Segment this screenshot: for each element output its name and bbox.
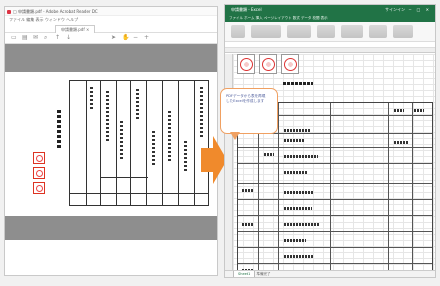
window-controls[interactable]: ─ □ ✕ <box>409 5 431 14</box>
screenshot-root: □ 申請書類.pdf - Adobe Acrobat Reader DC ファイ… <box>0 0 440 286</box>
next-page-icon[interactable]: ↓ <box>66 35 72 41</box>
seal-stamp <box>33 182 45 194</box>
paste-icon[interactable] <box>231 25 245 38</box>
pdf-window-title: □ 申請書類.pdf - Adobe Acrobat Reader DC <box>13 9 98 14</box>
excel-user-label[interactable]: サインイン <box>385 5 405 14</box>
pdf-tab-strip: 申請書類.pdf × <box>5 24 217 33</box>
cells-group-icon[interactable] <box>369 25 387 38</box>
alignment-group-icon[interactable] <box>287 25 311 38</box>
styles-group-icon[interactable] <box>341 25 363 38</box>
pdf-seal-column <box>33 152 47 197</box>
pdf-page[interactable] <box>5 72 217 240</box>
seal-stamp <box>259 54 277 74</box>
hand-icon[interactable]: ✋ <box>122 35 129 41</box>
pdf-document-tab[interactable]: 申請書類.pdf × <box>55 25 96 33</box>
search-icon[interactable]: ⌕ <box>44 35 50 41</box>
editing-group-icon[interactable] <box>393 25 413 38</box>
pdf-title-bar: □ 申請書類.pdf - Adobe Acrobat Reader DC <box>5 7 217 16</box>
pdf-form-title-vertical <box>57 110 61 150</box>
excel-ribbon <box>225 22 435 42</box>
font-group-icon[interactable] <box>251 25 281 38</box>
excel-ribbon-tabs[interactable]: ファイル ホーム 挿入 ページレイアウト 数式 データ 校閲 表示 <box>225 14 435 22</box>
zoom-in-icon[interactable]: + <box>144 35 150 41</box>
mail-icon[interactable]: ✉ <box>33 35 39 41</box>
sheet-tab[interactable]: Sheet1 <box>233 271 256 277</box>
column-headers[interactable] <box>225 48 435 53</box>
pdf-canvas-margin-bottom <box>5 216 217 240</box>
prev-page-icon[interactable]: ↑ <box>55 35 61 41</box>
pdf-app-icon <box>7 9 11 14</box>
callout-bubble: PDFデータから表を再現 したExcelを作成します <box>220 88 278 134</box>
pdf-viewer-window: □ 申請書類.pdf - Adobe Acrobat Reader DC ファイ… <box>4 6 218 276</box>
pdf-toolbar: ▭ ▤ ✉ ⌕ ↑ ↓ ➤ ✋ − + <box>5 33 217 44</box>
pdf-menu-bar[interactable]: ファイル 編集 表示 ウィンドウ ヘルプ <box>5 16 217 24</box>
print-icon[interactable]: ▤ <box>22 35 28 41</box>
seal-stamps-row <box>237 54 299 74</box>
excel-status-bar: Sheet1 準備完了 <box>225 270 435 277</box>
excel-title-bar: サインイン 申請書類 - Excel ─ □ ✕ <box>225 5 435 14</box>
pdf-form-table <box>69 80 209 206</box>
seal-stamp <box>237 54 255 74</box>
seal-stamp <box>33 167 45 179</box>
pdf-canvas-margin-top <box>5 44 217 72</box>
number-group-icon[interactable] <box>317 25 335 38</box>
seal-stamp <box>33 152 45 164</box>
zoom-out-icon[interactable]: − <box>133 35 139 41</box>
seal-stamp <box>281 54 299 74</box>
excel-window: サインイン 申請書類 - Excel ─ □ ✕ ファイル ホーム 挿入 ページ… <box>224 4 436 278</box>
save-icon[interactable]: ▭ <box>11 35 17 41</box>
callout-tail <box>230 132 240 140</box>
form-title <box>283 82 313 85</box>
excel-window-title: 申請書類 - Excel <box>231 7 262 12</box>
status-text: 準備完了 <box>256 272 271 276</box>
cursor-icon[interactable]: ➤ <box>111 35 117 41</box>
